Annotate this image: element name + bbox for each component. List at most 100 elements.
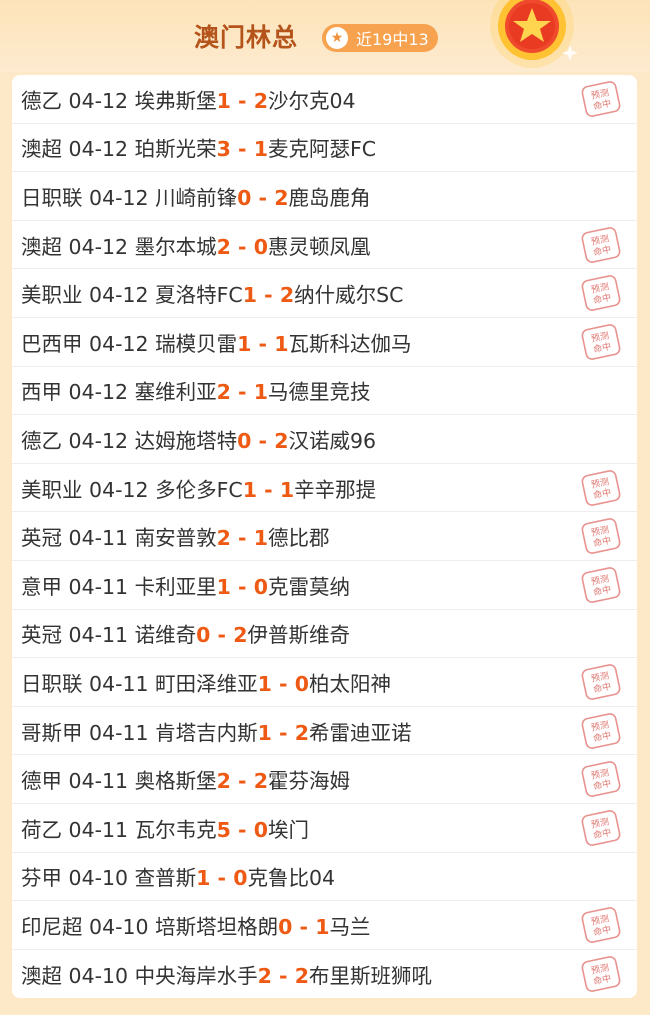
- away-score: 1: [253, 380, 268, 405]
- away-team: 柏太阳神: [308, 671, 391, 696]
- away-score: 1: [253, 526, 268, 551]
- away-team: 瓦斯科达伽马: [288, 331, 412, 356]
- match-text: 芬甲 04-10 查普斯1 - 0克鲁比04: [21, 861, 335, 891]
- match-text: 哥斯甲 04-11 肯塔吉内斯1 - 2希雷迪亚诺: [21, 716, 411, 746]
- home-team: 瓦尔韦克: [134, 817, 217, 842]
- match-row[interactable]: 澳超 04-10 中央海岸水手2 - 2布里斯班狮吼 预测 命中: [12, 950, 637, 999]
- away-score: 0: [253, 574, 268, 599]
- home-team: 诺维奇: [134, 623, 197, 648]
- match-league: 芬甲: [21, 866, 62, 891]
- match-text: 澳超 04-12 珀斯光荣3 - 1麦克阿瑟FC: [21, 132, 376, 162]
- prediction-hit-stamp-icon: 预测命中: [581, 761, 621, 798]
- match-text: 澳超 04-10 中央海岸水手2 - 2布里斯班狮吼: [21, 959, 432, 989]
- match-date: 04-11: [68, 623, 129, 648]
- match-date: 04-11: [68, 574, 129, 599]
- match-row[interactable]: 印尼超 04-10 培斯塔坦格朗0 - 1马兰 预测 命中: [12, 901, 637, 950]
- home-score: 2: [257, 963, 272, 988]
- match-date: 04-12: [68, 88, 129, 113]
- match-text: 澳超 04-12 墨尔本城2 - 0惠灵顿凤凰: [21, 230, 370, 260]
- match-row[interactable]: 西甲 04-12 塞维利亚2 - 1马德里竞技: [12, 367, 637, 416]
- away-score: 2: [274, 428, 289, 453]
- home-score: 2: [216, 380, 231, 405]
- match-text: 德甲 04-11 奥格斯堡2 - 2霍芬海姆: [21, 764, 350, 794]
- home-team: 培斯塔坦格朗: [155, 914, 279, 939]
- home-score: 1: [242, 283, 258, 308]
- home-team: 卡利亚里: [134, 574, 217, 599]
- prediction-hit-stamp-icon: 预测命中: [581, 712, 621, 749]
- match-row[interactable]: 美职业 04-12 夏洛特FC1 - 2纳什威尔SC 预测 命中: [12, 269, 637, 318]
- score-separator: -: [230, 234, 254, 259]
- match-league: 哥斯甲: [21, 720, 83, 745]
- header: 澳门林总 ★ 近19中13: [0, 0, 650, 72]
- score-separator: -: [210, 623, 234, 648]
- match-league: 美职业: [21, 477, 83, 502]
- away-team: 希雷迪亚诺: [308, 720, 412, 745]
- match-row[interactable]: 日职联 04-11 町田泽维亚1 - 0柏太阳神 预测 命中: [12, 658, 637, 707]
- away-team: 马德里竞技: [267, 380, 371, 405]
- match-row[interactable]: 芬甲 04-10 查普斯1 - 0克鲁比04: [12, 853, 637, 902]
- match-date: 04-12: [68, 234, 129, 259]
- match-date: 04-12: [89, 477, 149, 502]
- match-row[interactable]: 意甲 04-11 卡利亚里1 - 0克雷莫纳 预测 命中: [12, 561, 637, 610]
- away-score: 2: [279, 283, 295, 308]
- home-score: 0: [237, 185, 252, 210]
- match-league: 德甲: [21, 769, 62, 794]
- home-team: 埃弗斯堡: [134, 88, 217, 113]
- match-date: 04-11: [68, 526, 129, 551]
- match-league: 西甲: [21, 380, 62, 405]
- match-text: 日职联 04-12 川崎前锋0 - 2鹿岛鹿角: [21, 181, 370, 211]
- match-row[interactable]: 德乙 04-12 埃弗斯堡1 - 2沙尔克04 预测 命中: [12, 75, 637, 124]
- home-score: 2: [216, 234, 231, 259]
- score-separator: -: [230, 137, 254, 162]
- score-separator: -: [251, 428, 275, 453]
- match-row[interactable]: 澳超 04-12 珀斯光荣3 - 1麦克阿瑟FC: [12, 124, 637, 173]
- record-badge-text: 近19中13: [356, 30, 429, 49]
- away-team: 埃门: [267, 817, 309, 842]
- match-row[interactable]: 德甲 04-11 奥格斯堡2 - 2霍芬海姆 预测 命中: [12, 755, 637, 804]
- away-score: 0: [233, 866, 248, 891]
- score-separator: -: [230, 380, 254, 405]
- prediction-hit-stamp-icon: 预测命中: [581, 810, 621, 846]
- home-team: 中央海岸水手: [134, 963, 258, 988]
- score-separator: -: [251, 185, 275, 210]
- prediction-hit-stamp-icon: 预测命中: [581, 664, 621, 701]
- match-row[interactable]: 巴西甲 04-12 瑞模贝雷1 - 1瓦斯科达伽马 预测 命中: [12, 318, 637, 367]
- match-row[interactable]: 荷乙 04-11 瓦尔韦克5 - 0埃门 预测 命中: [12, 804, 637, 853]
- match-league: 巴西甲: [21, 331, 83, 356]
- away-score: 2: [233, 623, 248, 648]
- score-separator: -: [292, 914, 316, 939]
- home-score: 1: [196, 866, 211, 891]
- home-team: 多伦多FC: [155, 477, 243, 502]
- home-score: 3: [216, 137, 231, 162]
- away-team: 克鲁比04: [247, 866, 336, 891]
- match-row[interactable]: 日职联 04-12 川崎前锋0 - 2鹿岛鹿角: [12, 172, 637, 221]
- match-row[interactable]: 英冠 04-11 南安普敦2 - 1德比郡 预测 命中: [12, 512, 637, 561]
- away-score: 1: [315, 914, 330, 939]
- home-score: 1: [216, 574, 231, 599]
- away-score: 0: [253, 234, 268, 259]
- away-score: 2: [253, 769, 268, 794]
- match-row[interactable]: 哥斯甲 04-11 肯塔吉内斯1 - 2希雷迪亚诺 预测 命中: [12, 707, 637, 756]
- away-score: 0: [294, 671, 309, 696]
- match-row[interactable]: 澳超 04-12 墨尔本城2 - 0惠灵顿凤凰 预测 命中: [12, 221, 637, 270]
- match-text: 美职业 04-12 多伦多FC1 - 1辛辛那提: [21, 473, 376, 503]
- prediction-hit-stamp-icon: 预测命中: [581, 907, 621, 943]
- match-league: 德乙: [21, 428, 62, 453]
- away-score: 1: [279, 477, 295, 502]
- away-team: 沙尔克04: [267, 88, 356, 113]
- home-score: 2: [216, 769, 231, 794]
- match-date: 04-10: [68, 963, 129, 988]
- record-badge[interactable]: ★ 近19中13: [322, 24, 438, 52]
- match-row[interactable]: 美职业 04-12 多伦多FC1 - 1辛辛那提 预测 命中: [12, 464, 637, 513]
- page-title: 澳门林总: [194, 23, 299, 52]
- match-league: 英冠: [21, 623, 62, 648]
- match-league: 澳超: [21, 234, 62, 259]
- away-score: 2: [274, 185, 289, 210]
- match-text: 德乙 04-12 埃弗斯堡1 - 2沙尔克04: [21, 84, 356, 114]
- match-league: 意甲: [21, 574, 62, 599]
- match-date: 04-12: [68, 428, 129, 453]
- match-row[interactable]: 德乙 04-12 达姆施塔特0 - 2汉诺威96: [12, 415, 637, 464]
- prediction-hit-stamp-icon: 预测命中: [581, 226, 621, 263]
- match-row[interactable]: 英冠 04-11 诺维奇0 - 2伊普斯维奇: [12, 610, 637, 659]
- match-league: 澳超: [21, 137, 62, 162]
